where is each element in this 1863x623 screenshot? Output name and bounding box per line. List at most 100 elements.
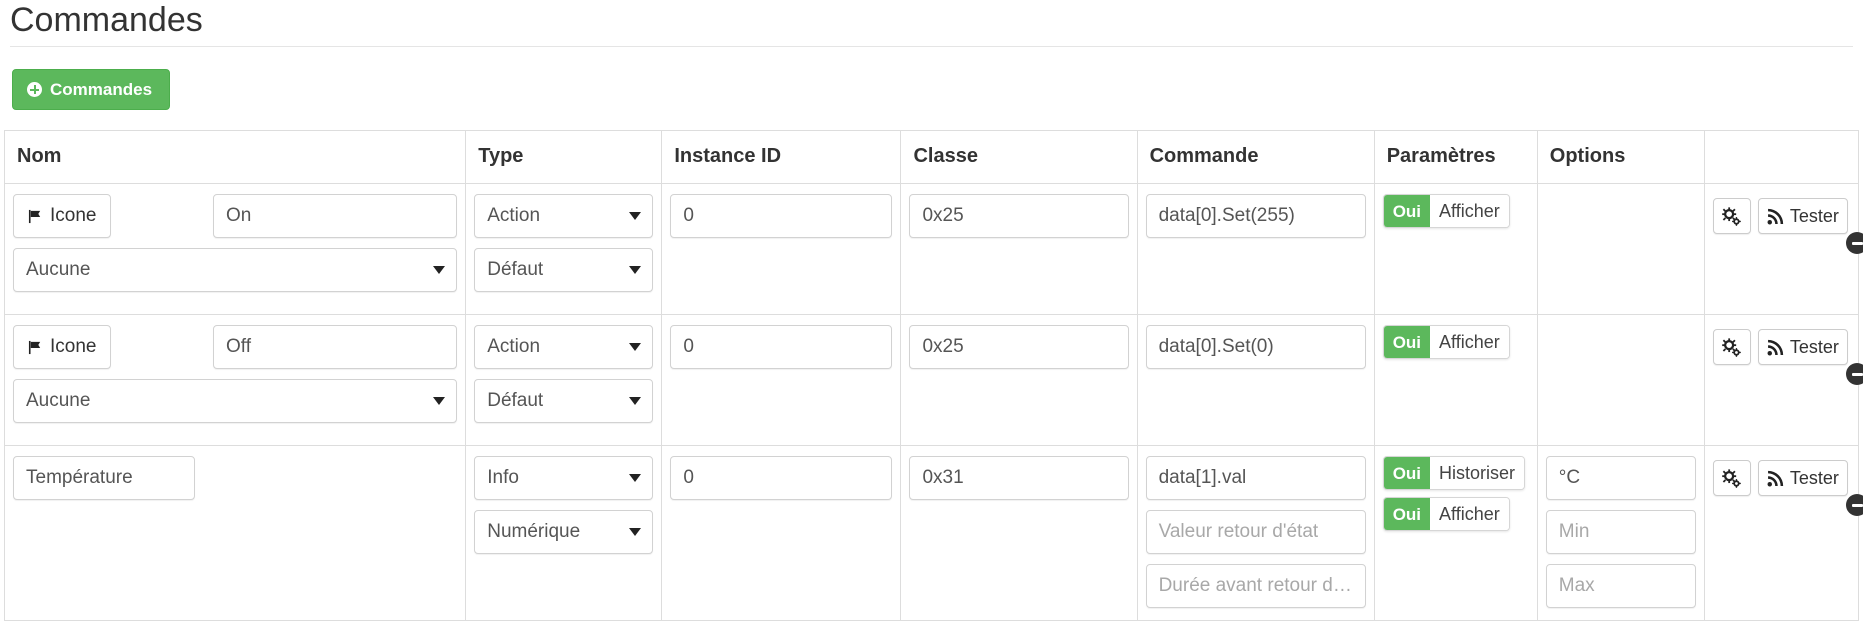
subtype-select[interactable]: Défaut (474, 379, 654, 423)
cell-options (1536, 314, 1705, 446)
table-row: Icone Off Aucune Action Défaut 0 0x25 da… (3, 314, 1863, 446)
name-input[interactable]: Température (13, 456, 195, 500)
param-label: Afficher (1430, 195, 1509, 227)
cell-nom: Icone On Aucune (3, 183, 467, 315)
gears-icon (1722, 468, 1742, 488)
column-header-nom: Nom (3, 130, 467, 184)
cell-classe: 0x25 (900, 314, 1138, 446)
icone-button[interactable]: Icone (13, 194, 111, 238)
type-select-wrap: Action (474, 194, 654, 238)
table-row: Température Info Numérique 0 0x31 data[1… (3, 445, 1863, 621)
commande-input[interactable]: data[1].val (1145, 456, 1366, 500)
instance-id-input[interactable]: 0 (670, 456, 893, 500)
icone-button[interactable]: Icone (13, 325, 111, 369)
unit-input[interactable]: °C (1545, 456, 1696, 500)
icone-button-label: Icone (50, 336, 97, 357)
test-button[interactable]: Tester (1757, 460, 1848, 496)
cell-commande: data[1].val Valeur retour d'état Durée a… (1136, 445, 1375, 621)
cell-parametres: Oui Afficher (1373, 314, 1538, 446)
min-input[interactable]: Min (1545, 510, 1696, 554)
subtype-select[interactable]: Numérique (474, 510, 654, 554)
configure-button[interactable] (1712, 460, 1751, 496)
test-button[interactable]: Tester (1757, 198, 1848, 234)
cell-parametres: Oui Afficher (1373, 183, 1538, 315)
cell-commande: data[0].Set(255) (1136, 183, 1375, 315)
test-button-label: Tester (1789, 336, 1839, 357)
gears-icon (1722, 337, 1742, 357)
column-header-options: Options (1536, 130, 1705, 184)
duree-retour-etat-input[interactable]: Durée avant retour d'état (1145, 564, 1366, 608)
page-title: Commandes (10, 1, 203, 39)
gears-icon (1722, 206, 1742, 226)
cell-commande: data[0].Set(0) (1136, 314, 1375, 446)
param-state-badge: Oui (1383, 195, 1431, 227)
rss-signal-icon (1767, 470, 1784, 486)
subtype-select-wrap: Défaut (474, 248, 654, 292)
subtype-select[interactable]: Défaut (474, 248, 654, 292)
column-header-actions (1703, 130, 1860, 184)
cell-options (1536, 183, 1705, 315)
type-select[interactable]: Action (474, 325, 654, 369)
commandes-table: Nom Type Instance ID Classe Commande Par… (3, 130, 1863, 621)
cell-type: Info Numérique (465, 445, 663, 621)
name-input[interactable]: Off (213, 325, 458, 369)
param-toggle-afficher[interactable]: Oui Afficher (1382, 325, 1510, 359)
remove-row-button[interactable] (1846, 494, 1863, 516)
subtype-select-wrap: Défaut (474, 379, 654, 423)
classe-input[interactable]: 0x25 (909, 325, 1129, 369)
test-button[interactable]: Tester (1757, 329, 1848, 365)
instance-id-input[interactable]: 0 (670, 194, 893, 238)
cell-type: Action Défaut (465, 183, 663, 315)
cell-classe: 0x31 (900, 445, 1138, 621)
param-state-badge: Oui (1383, 498, 1431, 530)
configure-button[interactable] (1712, 198, 1751, 234)
minus-circle-icon (1851, 503, 1863, 507)
cell-nom: Icone Off Aucune (3, 314, 467, 446)
param-toggle-afficher[interactable]: Oui Afficher (1382, 497, 1510, 531)
type-select-wrap: Action (474, 325, 654, 369)
column-header-parametres: Paramètres (1373, 130, 1538, 184)
rss-signal-icon (1767, 208, 1784, 224)
configure-button[interactable] (1712, 329, 1751, 365)
cell-instance-id: 0 (661, 183, 902, 315)
cell-instance-id: 0 (661, 314, 902, 446)
type-select-wrap: Info (474, 456, 654, 500)
table-header-row: Nom Type Instance ID Classe Commande Par… (3, 130, 1860, 184)
valeur-retour-etat-input[interactable]: Valeur retour d'état (1145, 510, 1366, 554)
column-header-commande: Commande (1136, 130, 1375, 184)
flag-icon (28, 340, 41, 354)
param-toggle-historiser[interactable]: Oui Historiser (1382, 456, 1526, 490)
max-input[interactable]: Max (1545, 564, 1696, 608)
add-commande-label: Commandes (50, 80, 153, 99)
param-toggle-afficher[interactable]: Oui Afficher (1382, 194, 1510, 228)
param-state-badge: Oui (1383, 326, 1431, 358)
classe-input[interactable]: 0x31 (909, 456, 1129, 500)
classe-input[interactable]: 0x25 (909, 194, 1129, 238)
column-header-type: Type (465, 130, 663, 184)
param-label: Historiser (1430, 457, 1525, 489)
cell-nom: Température (3, 445, 467, 621)
type-select[interactable]: Action (474, 194, 654, 238)
commande-input[interactable]: data[0].Set(255) (1145, 194, 1366, 238)
instance-id-input[interactable]: 0 (670, 325, 893, 369)
commande-input[interactable]: data[0].Set(0) (1145, 325, 1366, 369)
param-label: Afficher (1430, 498, 1509, 530)
cell-actions: Tester (1703, 314, 1863, 446)
param-state-badge: Oui (1383, 457, 1431, 489)
icon-select[interactable]: Aucune (13, 379, 458, 423)
column-header-classe: Classe (900, 130, 1138, 184)
remove-row-button[interactable] (1846, 363, 1863, 385)
rss-signal-icon (1767, 339, 1784, 355)
toolbar: Commandes (0, 47, 1863, 130)
icon-select[interactable]: Aucune (13, 248, 458, 292)
cell-options: °C Min Max (1536, 445, 1705, 621)
param-label: Afficher (1430, 326, 1509, 358)
cell-instance-id: 0 (661, 445, 902, 621)
column-header-instance-id: Instance ID (661, 130, 902, 184)
type-select[interactable]: Info (474, 456, 654, 500)
name-input[interactable]: On (213, 194, 458, 238)
add-commande-button[interactable]: Commandes (12, 69, 171, 110)
cell-actions: Tester (1703, 183, 1863, 315)
remove-row-button[interactable] (1846, 232, 1863, 254)
table-row: Icone On Aucune Action Défaut 0 0x25 dat… (3, 183, 1863, 315)
